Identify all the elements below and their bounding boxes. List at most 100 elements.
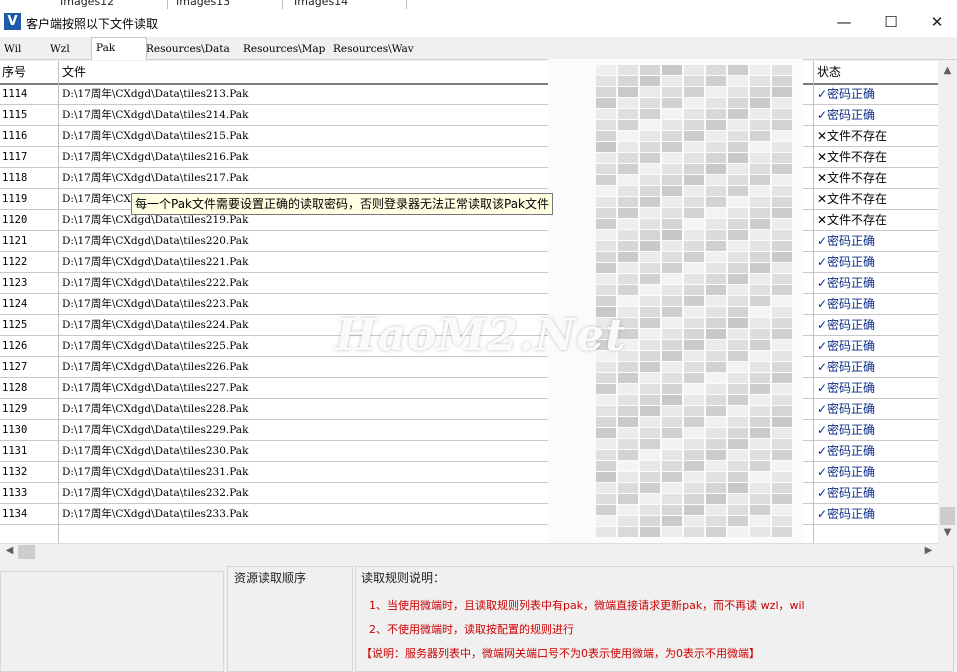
blur-pixel (618, 65, 638, 75)
blur-pixel (640, 120, 660, 130)
scroll-down-icon[interactable]: ▼ (939, 527, 956, 538)
blur-pixel (596, 230, 616, 240)
blur-pixel (728, 483, 748, 493)
blur-pixel (684, 483, 704, 493)
blur-pixel (618, 406, 638, 416)
blur-pixel (750, 263, 770, 273)
tab-resources-map[interactable]: Resources\Map (239, 40, 329, 58)
blur-pixel (640, 450, 660, 460)
blur-pixel (684, 527, 704, 537)
blur-pixel (640, 494, 660, 504)
blur-pixel (618, 252, 638, 262)
blur-pixel (662, 65, 682, 75)
header-file[interactable]: 文件 (60, 61, 86, 83)
status-missing: ✕文件不存在 (817, 192, 888, 206)
blur-pixel (618, 505, 638, 515)
blur-pixel (728, 362, 748, 372)
blur-pixel (596, 219, 616, 229)
bg-column-divider (167, 0, 168, 9)
blur-pixel (662, 483, 682, 493)
blur-pixel (596, 450, 616, 460)
vertical-scrollbar[interactable]: ▲ ▼ (938, 61, 957, 543)
blur-pixel (772, 87, 792, 97)
blur-pixel (706, 153, 726, 163)
blur-pixel (596, 65, 616, 75)
blur-pixel (772, 230, 792, 240)
blur-pixel (618, 175, 638, 185)
blur-pixel (772, 65, 792, 75)
blur-pixel (618, 494, 638, 504)
blur-pixel (750, 494, 770, 504)
blur-pixel (684, 450, 704, 460)
blur-pixel (596, 417, 616, 427)
blur-pixel (728, 384, 748, 394)
pak-password-tooltip: 每一个Pak文件需要设置正确的读取密码，否则登录器无法正常读取该Pak文件 (131, 193, 554, 215)
blur-pixel (662, 505, 682, 515)
window-title: 客户端按照以下文件读取 (26, 17, 159, 31)
blur-pixel (662, 197, 682, 207)
blur-pixel (618, 142, 638, 152)
status-ok: ✓密码正确 (817, 381, 876, 395)
blur-pixel (750, 362, 770, 372)
blur-pixel (640, 87, 660, 97)
blur-pixel (706, 87, 726, 97)
row-number: 1119 (2, 193, 28, 205)
blur-pixel (750, 472, 770, 482)
resource-order-pane[interactable]: 资源读取顺序 (227, 566, 353, 672)
blur-pixel (750, 527, 770, 537)
scroll-right-icon[interactable]: ▶ (920, 545, 937, 556)
blur-pixel (772, 494, 792, 504)
blur-pixel (706, 230, 726, 240)
maximize-button[interactable]: ☐ (868, 9, 914, 37)
blur-pixel (706, 296, 726, 306)
blur-pixel (706, 494, 726, 504)
vertical-scroll-thumb[interactable] (940, 507, 955, 525)
blur-pixel (684, 76, 704, 86)
tab-resources-wav[interactable]: Resources\Wav (329, 40, 418, 58)
blur-pixel (662, 417, 682, 427)
blur-pixel (662, 252, 682, 262)
blur-pixel (772, 252, 792, 262)
tab-wil[interactable]: Wil (0, 40, 25, 58)
blur-pixel (662, 395, 682, 405)
blur-pixel (596, 109, 616, 119)
blur-pixel (640, 296, 660, 306)
blur-pixel (772, 406, 792, 416)
blur-pixel (728, 351, 748, 361)
scroll-up-icon[interactable]: ▲ (939, 65, 956, 76)
row-file-path: D:\17周年\CXdgd\Data\tiles223.Pak (62, 298, 249, 310)
blur-pixel (618, 98, 638, 108)
close-button[interactable]: ✕ (914, 9, 957, 37)
tab-pak[interactable]: Pak (91, 37, 147, 60)
blur-pixel (728, 175, 748, 185)
blur-pixel (772, 307, 792, 317)
blur-pixel (596, 505, 616, 515)
header-num[interactable]: 序号 (0, 61, 26, 83)
blur-pixel (640, 208, 660, 218)
blur-pixel (684, 494, 704, 504)
blur-pixel (684, 241, 704, 251)
tab-resources-data[interactable]: Resources\Data (142, 40, 234, 58)
blur-pixel (684, 131, 704, 141)
blur-pixel (728, 285, 748, 295)
blur-pixel (662, 329, 682, 339)
status-missing: ✕文件不存在 (817, 213, 888, 227)
minimize-button[interactable]: — (821, 9, 867, 37)
blur-pixel (640, 461, 660, 471)
blur-pixel (772, 296, 792, 306)
horizontal-scrollbar[interactable]: ◀ ▶ (0, 543, 938, 561)
blur-pixel (772, 362, 792, 372)
horizontal-scroll-thumb[interactable] (18, 545, 35, 559)
blur-pixel (772, 340, 792, 350)
header-status[interactable]: 状态 (815, 61, 841, 83)
tab-wzl[interactable]: Wzl (46, 40, 74, 58)
row-number: 1125 (2, 319, 28, 331)
row-file-path: D:\17周年\CXdgd\Data\tiles217.Pak (62, 172, 249, 184)
rules-title: 读取规则说明： (361, 571, 446, 585)
scroll-left-icon[interactable]: ◀ (1, 545, 18, 556)
row-file-path: D:\17周年\CXdgd\Data\tiles232.Pak (62, 487, 249, 499)
blur-pixel (728, 120, 748, 130)
blur-pixel (662, 472, 682, 482)
blur-pixel (662, 307, 682, 317)
blur-pixel (684, 87, 704, 97)
